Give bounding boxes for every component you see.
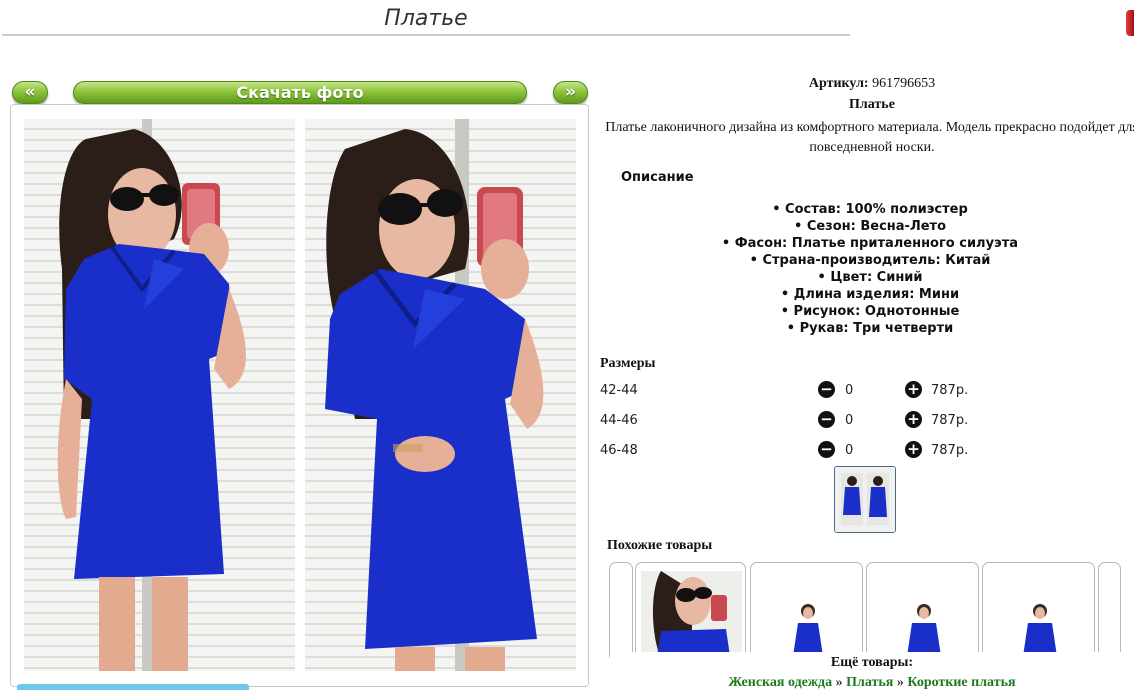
size-label: 44-46 (600, 413, 638, 428)
price-value: 787р. (931, 443, 969, 458)
size-row: 46-48 − 0 + 787р. (600, 440, 1000, 462)
product-short-description: Платье лаконичного дизайна из комфортног… (605, 120, 1134, 155)
attribute-item: Страна-производитель: Китай (600, 252, 1134, 269)
attribute-item: Состав: 100% полиэстер (600, 201, 1134, 218)
photo-gallery (10, 104, 589, 687)
similar-item[interactable] (982, 562, 1095, 662)
scroll-indicator[interactable] (17, 684, 249, 690)
product-photo-2-image (325, 119, 544, 671)
similar-item[interactable] (750, 562, 863, 662)
attribute-item: Сезон: Весна-Лето (600, 218, 1134, 235)
product-name: Платье (849, 97, 895, 112)
sizes-heading: Размеры (600, 356, 656, 371)
breadcrumb-womens-clothing[interactable]: Женская одежда (728, 675, 832, 690)
description-heading: Описание (621, 170, 694, 185)
size-row: 44-46 − 0 + 787р. (600, 410, 1000, 432)
more-heading: Ещё товары: (830, 655, 914, 670)
article-value: 961796653 (872, 76, 936, 91)
minus-circle-icon[interactable]: − (818, 411, 835, 428)
minus-circle-icon[interactable]: − (818, 381, 835, 398)
article-label: Артикул: (808, 76, 869, 91)
attribute-item: Длина изделия: Мини (600, 286, 1134, 303)
plus-circle-icon[interactable]: + (905, 411, 922, 428)
quantity-value: 0 (845, 383, 854, 398)
download-photo-button[interactable]: Скачать фото (73, 81, 527, 104)
similar-next-card[interactable] (1098, 562, 1121, 662)
similar-item-image (872, 571, 975, 661)
breadcrumb-separator: » (835, 675, 843, 690)
similar-prev-card[interactable] (609, 562, 633, 662)
price-value: 787р. (931, 383, 969, 398)
prev-photo-button[interactable]: « (12, 81, 48, 104)
product-photo-2[interactable] (305, 119, 576, 671)
size-label: 46-48 (600, 443, 638, 458)
attributes-list: Состав: 100% полиэстер Сезон: Весна-Лето… (600, 201, 1134, 337)
product-photo-1[interactable] (24, 119, 295, 671)
attribute-item: Цвет: Синий (600, 269, 1134, 286)
attribute-item: Фасон: Платье приталенного силуэта (600, 235, 1134, 252)
similar-item-image (641, 571, 742, 661)
similar-item[interactable] (635, 562, 746, 662)
similar-item-image (988, 571, 1091, 661)
product-photo-1-image (57, 119, 246, 671)
edge-tab-icon[interactable] (1126, 10, 1134, 36)
quantity-value: 0 (845, 443, 854, 458)
attribute-item: Рисунок: Однотонные (600, 303, 1134, 320)
selected-thumbnail[interactable] (834, 466, 896, 533)
breadcrumb-separator: » (896, 675, 904, 690)
page-title: Платье (384, 6, 468, 31)
thumbnail-image (835, 467, 895, 532)
breadcrumb: Женская одежда » Платья » Короткие плать… (610, 675, 1134, 690)
size-label: 42-44 (600, 383, 638, 398)
plus-circle-icon[interactable]: + (905, 381, 922, 398)
article-line: Артикул: 961796653 (597, 76, 1134, 92)
quantity-value: 0 (845, 413, 854, 428)
similar-item-image (756, 571, 859, 661)
similar-heading: Похожие товары (607, 538, 713, 553)
next-photo-button[interactable]: » (553, 81, 588, 104)
attribute-item: Рукав: Три четверти (600, 320, 1134, 337)
breadcrumb-dresses[interactable]: Платья (846, 675, 893, 690)
similar-item[interactable] (866, 562, 979, 662)
more-products: Ещё товары: Женская одежда » Платья » Ко… (610, 652, 1134, 690)
minus-circle-icon[interactable]: − (818, 441, 835, 458)
size-row: 42-44 − 0 + 787р. (600, 380, 1000, 402)
breadcrumb-short-dresses[interactable]: Короткие платья (907, 675, 1015, 690)
title-divider (2, 34, 850, 36)
price-value: 787р. (931, 413, 969, 428)
plus-circle-icon[interactable]: + (905, 441, 922, 458)
